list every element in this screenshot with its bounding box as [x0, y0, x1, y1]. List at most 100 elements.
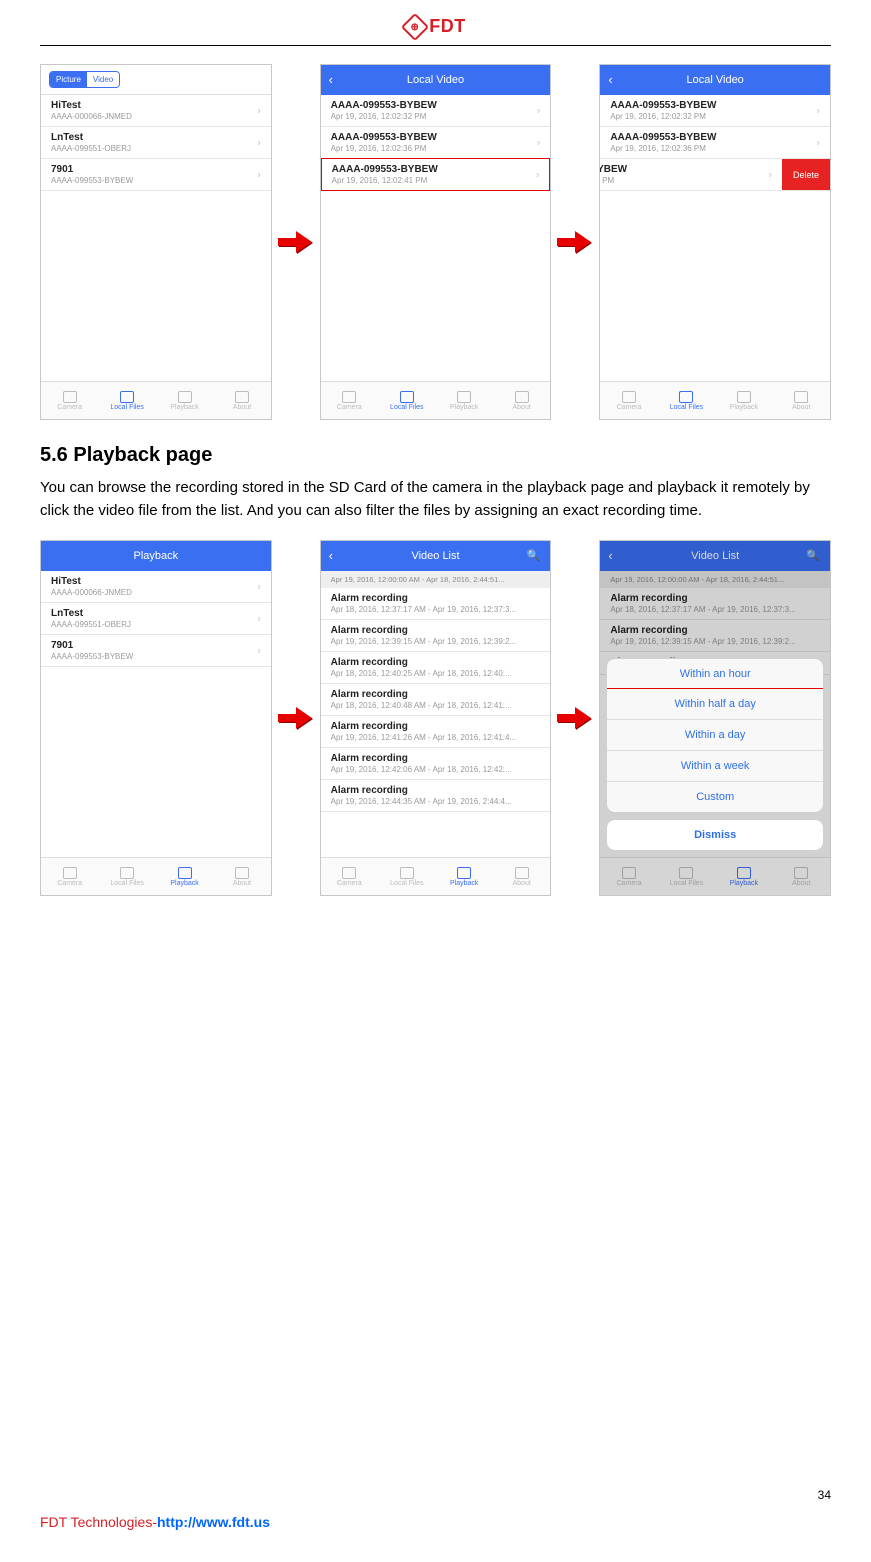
item-sub: AAAA-000066-JNMED: [51, 112, 261, 121]
camera-icon: [63, 391, 77, 403]
chevron-right-icon: ›: [257, 169, 260, 180]
item-title: HiTest: [51, 100, 261, 111]
search-icon[interactable]: 🔍: [806, 549, 820, 562]
item-sub: , 12:02:41 PM: [600, 176, 784, 185]
item-title: LnTest: [51, 608, 261, 619]
back-button[interactable]: ‹: [608, 548, 612, 563]
about-icon: [515, 867, 529, 879]
segment-video[interactable]: Video: [87, 72, 119, 87]
tab-camera[interactable]: Camera: [600, 382, 657, 419]
item-sub: Apr 19, 2016, 12:42:06 AM - Apr 18, 2016…: [331, 765, 541, 774]
section-body: You can browse the recording stored in t…: [40, 477, 831, 522]
list-item[interactable]: Alarm recordingApr 19, 2016, 12:41:26 AM…: [321, 716, 551, 748]
tab-about[interactable]: About: [773, 858, 830, 895]
camera-icon: [63, 867, 77, 879]
list-item[interactable]: AAAA-099553-BYBEW Apr 19, 2016, 12:02:36…: [321, 127, 551, 159]
page-footer: FDT Technologies-http://www.fdt.us: [40, 1514, 270, 1530]
back-button[interactable]: ‹: [329, 72, 333, 87]
item-title: 9553-BYBEW: [600, 164, 784, 175]
tab-local-files[interactable]: Local Files: [658, 858, 715, 895]
tab-playback[interactable]: Playback: [715, 382, 772, 419]
playback-icon: [457, 867, 471, 879]
option-within-week[interactable]: Within a week: [607, 750, 823, 781]
tab-about[interactable]: About: [493, 858, 550, 895]
delete-button[interactable]: Delete: [782, 159, 830, 190]
item-title: Alarm recording: [331, 657, 541, 668]
item-title: LnTest: [51, 132, 261, 143]
tab-about[interactable]: About: [773, 382, 830, 419]
segment-picture[interactable]: Picture: [50, 72, 87, 87]
tab-playback[interactable]: Playback: [436, 858, 493, 895]
tab-playback[interactable]: Playback: [715, 858, 772, 895]
item-sub: Apr 19, 2016, 12:02:32 PM: [331, 112, 541, 121]
item-sub: Apr 19, 2016, 12:44:35 AM - Apr 19, 2016…: [331, 797, 541, 806]
camera-icon: [622, 867, 636, 879]
list-item[interactable]: AAAA-099553-BYBEW Apr 19, 2016, 12:02:36…: [600, 127, 830, 159]
list-item[interactable]: HiTest AAAA-000066-JNMED ›: [41, 95, 271, 127]
back-button[interactable]: ‹: [608, 72, 612, 87]
playback-icon: [737, 391, 751, 403]
list-item[interactable]: AAAA-099553-BYBEW Apr 19, 2016, 12:02:32…: [600, 95, 830, 127]
pb-phone1-title: Playback: [134, 550, 179, 562]
list-item[interactable]: Alarm recordingApr 18, 2016, 12:37:17 AM…: [321, 588, 551, 620]
tab-about[interactable]: About: [213, 858, 270, 895]
chevron-right-icon: ›: [769, 169, 772, 180]
list-item[interactable]: Alarm recordingApr 19, 2016, 12:42:06 AM…: [321, 748, 551, 780]
list-item[interactable]: Alarm recordingApr 19, 2016, 12:39:15 AM…: [321, 620, 551, 652]
option-within-half-day[interactable]: Within half a day: [606, 688, 824, 720]
pb-phone1-body: HiTest AAAA-000066-JNMED › LnTest AAAA-0…: [41, 571, 271, 857]
option-custom[interactable]: Custom: [607, 781, 823, 812]
camera-icon: [622, 391, 636, 403]
tab-playback[interactable]: Playback: [156, 382, 213, 419]
tab-local-files[interactable]: Local Files: [98, 858, 155, 895]
tab-camera[interactable]: Camera: [41, 858, 98, 895]
tab-label: Local Files: [110, 880, 143, 887]
list-item[interactable]: Alarm recordingApr 18, 2016, 12:40:25 AM…: [321, 652, 551, 684]
tab-local-files[interactable]: Local Files: [378, 858, 435, 895]
segment-control[interactable]: Picture Video: [49, 71, 120, 88]
tab-camera[interactable]: Camera: [600, 858, 657, 895]
tab-local-files[interactable]: Local Files: [98, 382, 155, 419]
tab-playback[interactable]: Playback: [436, 382, 493, 419]
dismiss-button[interactable]: Dismiss: [606, 819, 824, 851]
tab-label: Playback: [170, 880, 198, 887]
tab-camera[interactable]: Camera: [321, 382, 378, 419]
tab-label: Camera: [617, 404, 642, 411]
list-item[interactable]: HiTest AAAA-000066-JNMED ›: [41, 571, 271, 603]
files-icon: [400, 391, 414, 403]
list-item-highlighted[interactable]: AAAA-099553-BYBEW Apr 19, 2016, 12:02:41…: [321, 158, 551, 191]
tab-local-files[interactable]: Local Files: [378, 382, 435, 419]
option-within-hour[interactable]: Within an hour: [607, 659, 823, 689]
date-range-header: Apr 19, 2016, 12:00:00 AM - Apr 18, 2016…: [321, 571, 551, 588]
files-icon: [679, 391, 693, 403]
option-within-day[interactable]: Within a day: [607, 719, 823, 750]
list-item[interactable]: 7901 AAAA-099553-BYBEW ›: [41, 159, 271, 191]
item-title: Alarm recording: [331, 785, 541, 796]
tab-label: Local Files: [390, 404, 423, 411]
list-item[interactable]: Alarm recordingApr 19, 2016, 12:44:35 AM…: [321, 780, 551, 812]
tab-about[interactable]: About: [493, 382, 550, 419]
tab-camera[interactable]: Camera: [321, 858, 378, 895]
list-item[interactable]: LnTest AAAA-099551-OBERJ ›: [41, 127, 271, 159]
list-item[interactable]: Alarm recordingApr 18, 2016, 12:40:48 AM…: [321, 684, 551, 716]
item-title: AAAA-099553-BYBEW: [610, 100, 820, 111]
tab-playback[interactable]: Playback: [156, 858, 213, 895]
item-title: AAAA-099553-BYBEW: [332, 164, 540, 175]
item-title: Alarm recording: [331, 721, 541, 732]
list-item-swiped[interactable]: 9553-BYBEW , 12:02:41 PM › Delete: [600, 159, 830, 191]
phone2-header: ‹ Local Video: [321, 65, 551, 95]
brand-name: FDT: [429, 16, 466, 37]
tab-label: Playback: [450, 404, 478, 411]
pb-phone2-header: ‹ Video List 🔍: [321, 541, 551, 571]
about-icon: [235, 391, 249, 403]
item-sub: AAAA-099551-OBERJ: [51, 144, 261, 153]
about-icon: [794, 867, 808, 879]
back-button[interactable]: ‹: [329, 548, 333, 563]
list-item[interactable]: AAAA-099553-BYBEW Apr 19, 2016, 12:02:32…: [321, 95, 551, 127]
tab-about[interactable]: About: [213, 382, 270, 419]
list-item[interactable]: LnTest AAAA-099551-OBERJ ›: [41, 603, 271, 635]
list-item[interactable]: 7901 AAAA-099553-BYBEW ›: [41, 635, 271, 667]
tab-local-files[interactable]: Local Files: [658, 382, 715, 419]
search-icon[interactable]: 🔍: [527, 549, 541, 562]
tab-camera[interactable]: Camera: [41, 382, 98, 419]
